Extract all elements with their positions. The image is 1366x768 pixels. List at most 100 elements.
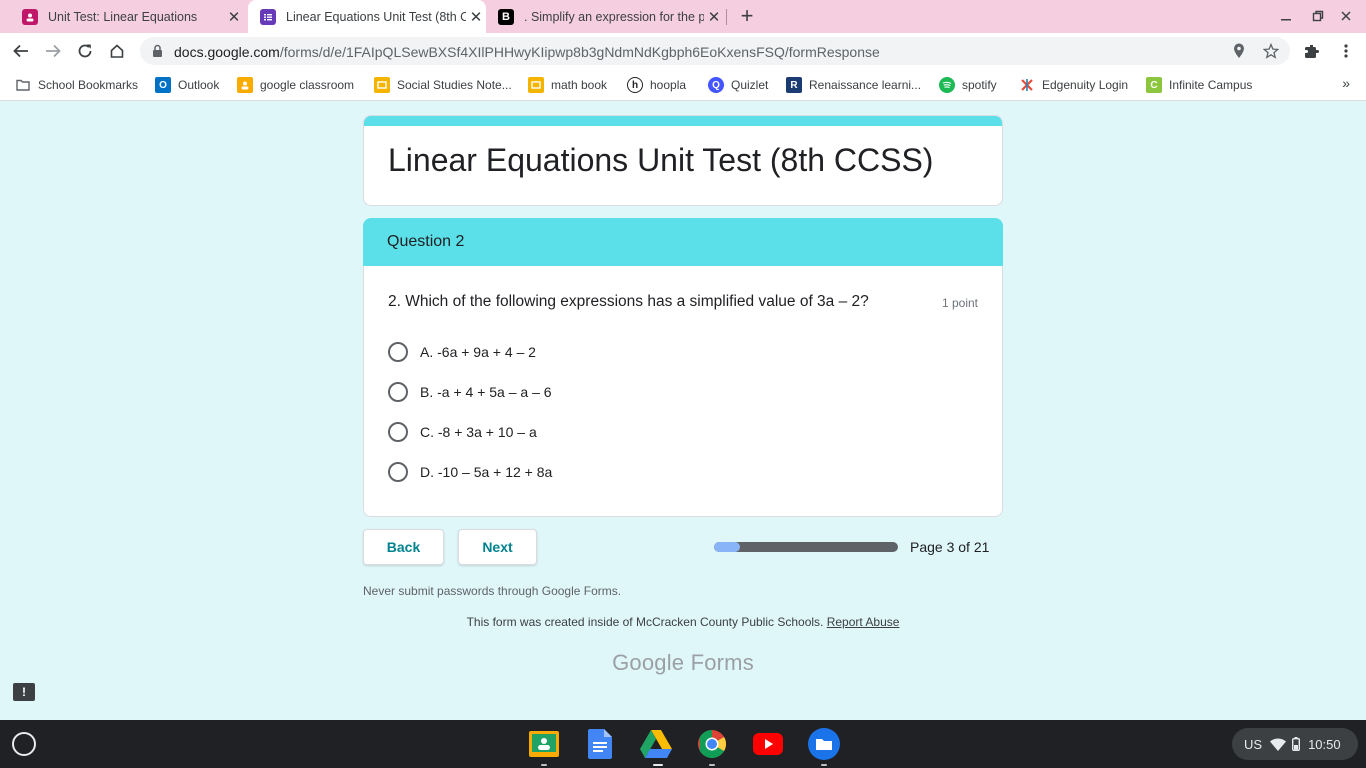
slides-icon — [374, 77, 390, 93]
form-title: Linear Equations Unit Test (8th CCSS) — [388, 142, 934, 178]
radio-button[interactable] — [388, 422, 408, 442]
tab-separator — [726, 9, 727, 25]
password-warning: Never submit passwords through Google Fo… — [363, 584, 622, 598]
brand-google: Google — [612, 650, 685, 675]
outlook-icon: O — [155, 77, 171, 93]
bookmark-label: Renaissance learni... — [809, 78, 922, 92]
lock-icon[interactable] — [152, 44, 163, 63]
points-label: 1 point — [941, 296, 978, 310]
radio-button[interactable] — [388, 342, 408, 362]
bookmark-spotify[interactable]: spotify — [939, 76, 997, 94]
new-tab-icon[interactable]: + — [735, 3, 759, 28]
bookmark-label: google classroom — [260, 78, 355, 92]
bookmark-google-classroom[interactable]: google classroom — [237, 76, 354, 94]
bookmark-label: spotify — [962, 78, 997, 92]
section-header: Question 2 — [363, 218, 1003, 266]
form-title-card: Linear Equations Unit Test (8th CCSS) — [363, 115, 1003, 206]
option-label: B. -a + 4 + 5a – a – 6 — [420, 384, 552, 400]
app-running-indicator — [541, 764, 547, 766]
option-b[interactable]: B. -a + 4 + 5a – a – 6 — [388, 380, 552, 404]
app-running-indicator — [653, 764, 663, 766]
locale-label: US — [1244, 736, 1263, 752]
chrome-icon[interactable] — [696, 728, 728, 760]
tab-strip: Unit Test: Linear Equations ✕ Linear Equ… — [0, 0, 1366, 33]
bookmark-label: Outlook — [178, 78, 220, 92]
close-icon[interactable]: ✕ — [466, 7, 486, 27]
shelf: US 10:50 — [0, 720, 1366, 768]
forward-arrow-icon[interactable] — [40, 38, 66, 64]
classroom-icon[interactable] — [528, 728, 560, 760]
chevron-right-icon[interactable]: » — [1342, 75, 1350, 91]
close-icon[interactable]: ✕ — [224, 7, 244, 27]
bookmark-hoopla[interactable]: h hoopla — [627, 76, 686, 94]
edgenuity-icon — [1019, 77, 1035, 93]
reload-icon[interactable] — [72, 38, 98, 64]
question-text: 2. Which of the following expressions ha… — [388, 293, 869, 310]
files-icon[interactable] — [808, 728, 840, 760]
minimize-icon[interactable] — [1276, 6, 1296, 26]
location-icon[interactable] — [1230, 42, 1248, 60]
brand-forms: Forms — [690, 650, 754, 675]
bookmark-social-studies[interactable]: Social Studies Note... — [374, 76, 512, 94]
close-window-icon[interactable] — [1336, 6, 1356, 26]
forms-icon — [260, 8, 276, 25]
url-domain: docs.google.com — [174, 44, 280, 60]
bookmark-label: math book — [551, 78, 608, 92]
status-tray[interactable]: US 10:50 — [1232, 728, 1358, 760]
drive-icon[interactable] — [640, 728, 672, 760]
slides-icon — [528, 77, 544, 93]
bookmark-edgenuity[interactable]: Edgenuity Login — [1019, 76, 1128, 94]
created-by-text: This form was created inside of McCracke… — [0, 615, 1366, 629]
bookmark-outlook[interactable]: O Outlook — [155, 76, 219, 94]
app-running-indicator — [709, 764, 715, 766]
close-icon[interactable]: ✕ — [704, 7, 724, 27]
bookmark-school-bookmarks[interactable]: School Bookmarks — [15, 76, 138, 94]
star-icon[interactable] — [1262, 42, 1280, 60]
infinite-campus-icon: C — [1146, 77, 1162, 93]
option-a[interactable]: A. -6a + 9a + 4 – 2 — [388, 340, 536, 364]
spotify-icon — [939, 77, 955, 93]
feedback-icon[interactable]: ! — [13, 683, 35, 701]
menu-icon[interactable] — [1336, 41, 1356, 61]
home-icon[interactable] — [104, 38, 130, 64]
url-text: docs.google.com/forms/d/e/1FAIpQLSewBXSf… — [174, 44, 880, 60]
bookmark-label: Infinite Campus — [1169, 78, 1253, 92]
battery-icon — [1292, 737, 1301, 751]
tab-unit-test[interactable]: Unit Test: Linear Equations ✕ — [8, 0, 244, 33]
option-d[interactable]: D. -10 – 5a + 12 + 8a — [388, 460, 552, 484]
radio-button[interactable] — [388, 382, 408, 402]
bookmarks-bar: School Bookmarks O Outlook google classro… — [0, 69, 1366, 101]
folder-icon — [15, 77, 31, 93]
restore-icon[interactable] — [1308, 6, 1328, 26]
question-card: 2. Which of the following expressions ha… — [363, 266, 1003, 517]
launcher-icon[interactable] — [12, 732, 36, 756]
extensions-icon[interactable] — [1302, 41, 1322, 61]
bookmark-label: hoopla — [650, 78, 687, 92]
tab-simplify[interactable]: B . Simplify an expression for the perim… — [488, 0, 724, 33]
option-c[interactable]: C. -8 + 3a + 10 – a — [388, 420, 537, 444]
back-arrow-icon[interactable] — [8, 38, 34, 64]
classroom-icon — [237, 77, 253, 93]
back-button[interactable]: Back — [363, 529, 444, 565]
bookmark-renaissance[interactable]: R Renaissance learni... — [786, 76, 921, 94]
next-button[interactable]: Next — [458, 529, 537, 565]
report-abuse-link[interactable]: Report Abuse — [827, 615, 900, 629]
bookmark-math-book[interactable]: math book — [528, 76, 607, 94]
radio-button[interactable] — [388, 462, 408, 482]
tab-linear-equations[interactable]: Linear Equations Unit Test (8th CCSS) ✕ — [248, 0, 486, 33]
classroom-icon — [22, 8, 38, 25]
bookmark-infinite-campus[interactable]: C Infinite Campus — [1146, 76, 1252, 94]
accent-stripe — [364, 116, 1002, 126]
docs-icon[interactable] — [584, 728, 616, 760]
section-title: Question 2 — [387, 233, 465, 250]
bookmark-label: School Bookmarks — [38, 78, 139, 92]
bookmark-quizlet[interactable]: Q Quizlet — [708, 76, 768, 94]
option-label: C. -8 + 3a + 10 – a — [420, 424, 537, 440]
address-bar[interactable]: docs.google.com/forms/d/e/1FAIpQLSewBXSf… — [140, 37, 1290, 65]
bookmark-label: Edgenuity Login — [1042, 78, 1129, 92]
created-text: This form was created inside of McCracke… — [466, 615, 824, 629]
wifi-icon — [1270, 737, 1287, 751]
youtube-icon[interactable] — [752, 728, 784, 760]
app-running-indicator — [821, 764, 827, 766]
tab-title: . Simplify an expression for the perimet… — [524, 9, 704, 24]
